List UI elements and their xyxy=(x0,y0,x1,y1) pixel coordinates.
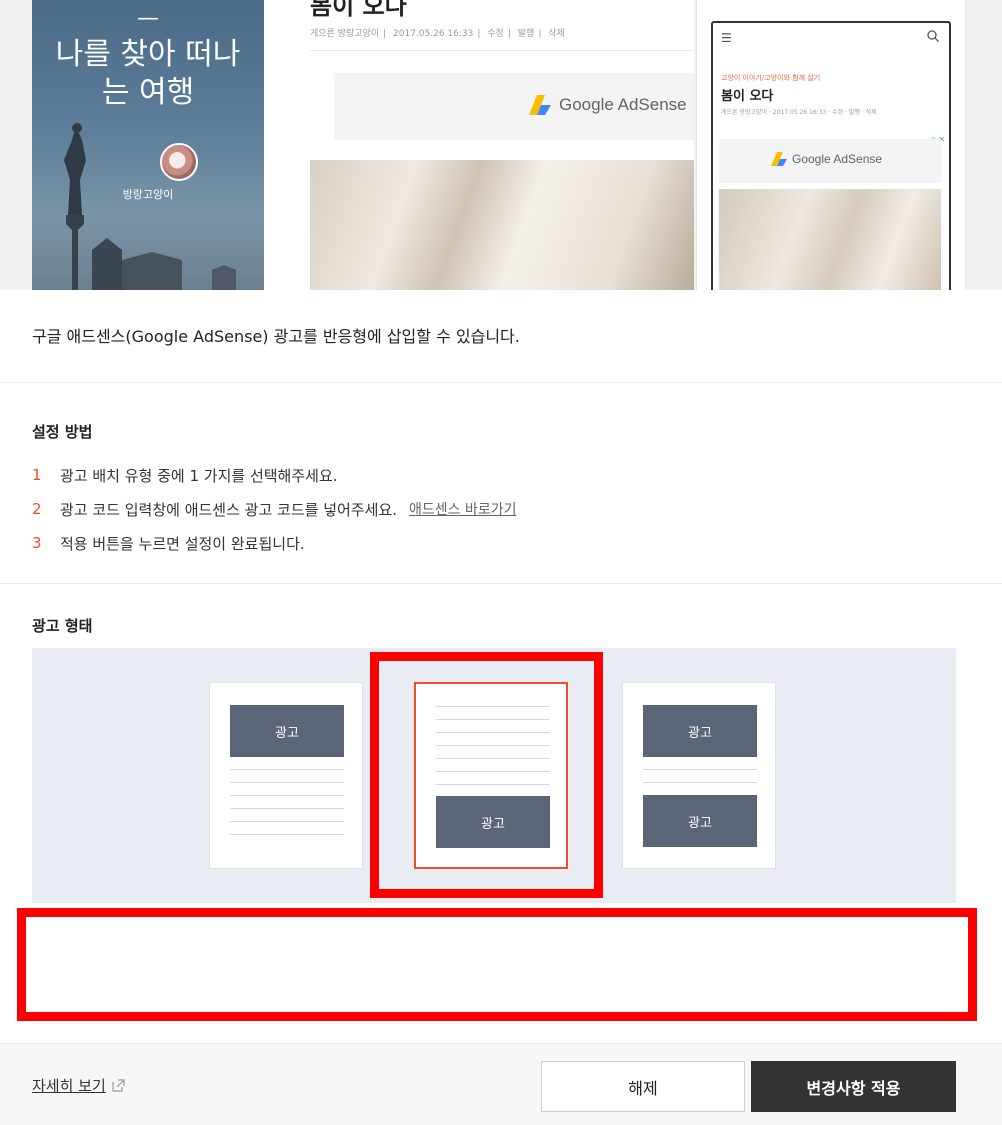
search-icon xyxy=(927,30,939,42)
meta-delete: 삭제 xyxy=(548,29,565,39)
ad-block: 광고 xyxy=(230,705,344,757)
mobile-meta: 게으른 방랑고양이 · 2017.05.26 16:33 · 수정 · 발행 ·… xyxy=(721,109,877,116)
desktop-preview: — 나를 찾아 떠나 는 여행 방랑고양이 봄이 오다 게으른 방랑고양이 | 2… xyxy=(0,0,1002,290)
more-info-link[interactable]: 자세히 보기 xyxy=(32,1075,125,1096)
preview-banner: — 나를 찾아 떠나 는 여행 방랑고양이 봄이 오다 게으른 방랑고양이 | 2… xyxy=(0,0,1002,290)
external-link-icon xyxy=(112,1079,125,1092)
divider xyxy=(310,50,694,51)
mobile-photo xyxy=(719,189,941,290)
statue-illustration xyxy=(64,123,236,290)
meta-date: 2017.05.26 16:33 xyxy=(393,29,474,39)
more-info-label: 자세히 보기 xyxy=(32,1077,106,1095)
meta-publish: 발행 xyxy=(517,29,535,39)
highlight-box xyxy=(370,652,603,898)
meta-author: 게으른 방랑고양이 xyxy=(310,29,380,39)
avatar xyxy=(160,143,198,181)
adsense-logo-icon xyxy=(771,152,787,166)
footer-bar: 자세히 보기 해제 변경사항 적용 xyxy=(0,1043,1002,1125)
article-title: 봄이 오다 xyxy=(310,0,407,20)
blog-cover: — 나를 찾아 떠나 는 여행 방랑고양이 xyxy=(32,0,264,290)
step-text: 광고 코드 입력창에 애드센스 광고 코드를 넣어주세요. xyxy=(60,500,397,519)
apply-changes-button[interactable]: 변경사항 적용 xyxy=(751,1061,956,1112)
highlight-box xyxy=(17,908,977,1021)
setup-title: 설정 방법 xyxy=(32,423,93,441)
divider xyxy=(0,583,1002,584)
adsense-placeholder: Google AdSense xyxy=(334,73,694,140)
list-item: 1 광고 배치 유형 중에 1 가지를 선택해주세요. xyxy=(32,458,516,492)
cover-nickname: 방랑고양이 xyxy=(122,188,174,201)
article-photo xyxy=(310,160,694,290)
mobile-screen: ☰ 고양이 이야기/고양이와 함께 살기 봄이 오다 게으른 방랑고양이 · 2… xyxy=(711,21,951,290)
list-item: 3 적용 버튼을 누르면 설정이 완료됩니다. xyxy=(32,526,516,560)
step-number: 3 xyxy=(32,534,42,552)
step-text: 적용 버튼을 누르면 설정이 완료됩니다. xyxy=(60,534,305,553)
ad-block: 광고 xyxy=(643,705,757,757)
ad-form-option-top[interactable]: 광고 xyxy=(209,682,363,869)
list-item: 2 광고 코드 입력창에 애드센스 광고 코드를 넣어주세요. 애드센스 바로가… xyxy=(32,492,516,526)
article-meta: 게으른 방랑고양이 | 2017.05.26 16:33 | 수정 | 발행 | 삭제 xyxy=(310,29,565,39)
article-preview: 봄이 오다 게으른 방랑고양이 | 2017.05.26 16:33 | 수정 | 발… xyxy=(264,0,694,290)
ad-form-option-top-bottom[interactable]: 광고 광고 xyxy=(622,682,776,869)
cover-dash: — xyxy=(137,6,159,31)
divider xyxy=(0,382,1002,383)
ad-block: 광고 xyxy=(643,795,757,847)
adsense-shortcut-link[interactable]: 애드센스 바로가기 xyxy=(409,499,517,519)
adsense-brand: Google AdSense xyxy=(559,95,687,114)
mobile-title: 봄이 오다 xyxy=(721,89,774,104)
mobile-adsense-brand: Google AdSense xyxy=(792,152,883,166)
content-lines xyxy=(643,769,757,795)
adsense-logo-icon xyxy=(529,95,551,115)
mobile-category: 고양이 이야기/고양이와 함께 살기 xyxy=(721,74,821,82)
mobile-adsense-placeholder: Google AdSense xyxy=(719,139,941,183)
description-text: 구글 애드센스(Google AdSense) 광고를 반응형에 삽입할 수 있… xyxy=(32,327,520,346)
content-lines xyxy=(230,769,344,847)
step-number: 1 xyxy=(32,466,42,484)
cover-headline-line1: 나를 찾아 떠나 xyxy=(55,37,241,72)
step-number: 2 xyxy=(32,500,42,518)
release-button[interactable]: 해제 xyxy=(541,1061,745,1112)
step-text: 광고 배치 유형 중에 1 가지를 선택해주세요. xyxy=(60,466,338,485)
meta-edit: 수정 xyxy=(487,29,504,39)
cover-headline-line2: 는 여행 xyxy=(101,75,195,110)
menu-icon: ☰ xyxy=(721,31,732,45)
cover-headline: 나를 찾아 떠나 는 여행 xyxy=(32,36,264,112)
mobile-preview: ☰ 고양이 이야기/고양이와 함께 살기 봄이 오다 게으른 방랑고양이 · 2… xyxy=(696,0,966,290)
setup-steps: 1 광고 배치 유형 중에 1 가지를 선택해주세요. 2 광고 코드 입력창에… xyxy=(32,458,516,560)
ad-form-title: 광고 형태 xyxy=(32,617,93,635)
